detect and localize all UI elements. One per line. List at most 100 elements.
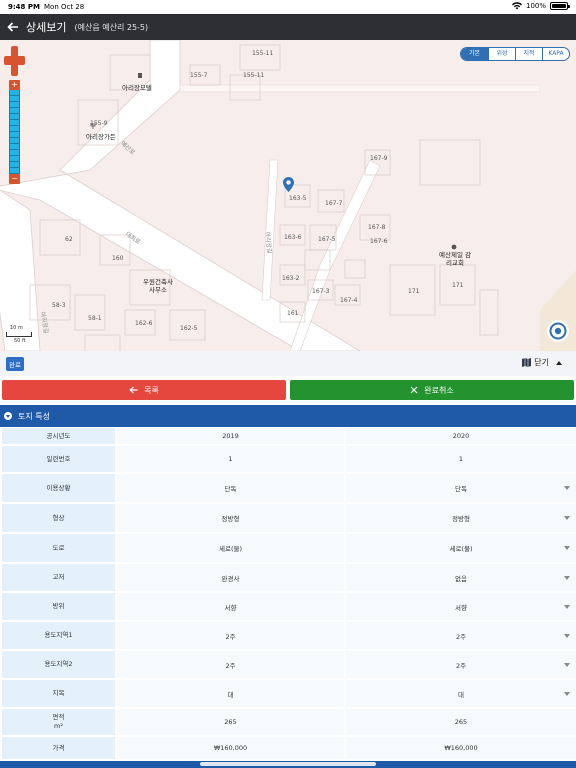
map-type-cadastral[interactable]: 지적 [515,48,542,60]
scale-meters: 10 m [10,325,23,331]
cancel-complete-label: 완료취소 [424,385,454,395]
pan-control[interactable] [4,46,25,76]
value-2020: 265 [346,709,576,735]
zoom-slider[interactable] [9,90,20,174]
row-label: 이용상황 [2,474,115,502]
parcel-label: 167-6 [370,238,388,245]
value-2020-select[interactable]: 2주 [346,622,576,649]
location-pin-icon[interactable] [283,177,294,192]
row-label-unit: m² [54,722,63,730]
row-label-text: 면적 [52,713,65,721]
battery-icon [550,2,570,10]
value-2019: 서향 [117,593,344,620]
battery-percent: 100% [525,2,546,10]
parcel-label: 171 [408,288,420,295]
parcel-label: 167-3 [312,288,330,295]
parcel-label: 171 [452,282,464,289]
value-2020: 1 [346,446,576,472]
parcel-label: 155-9 [90,120,108,127]
row-label: 고저 [2,564,115,591]
value-2020-select[interactable]: 단독 [346,474,576,502]
poi-architect-label[interactable]: 우원건축사 사무소 [140,278,176,294]
row-label: 형상 [2,504,115,532]
cancel-complete-button[interactable]: 완료취소 [290,380,574,400]
wifi-icon [511,2,522,10]
map-type-basic[interactable]: 기본 [461,48,488,60]
map-scale: 10 m 50 ft [6,325,32,344]
value-2019: ₩160,000 [117,737,344,759]
table-row: 고저 완경사 없음 [0,563,576,592]
zoom-control[interactable]: + − [9,80,20,184]
map-view[interactable]: 아리장모텔 아리장가든 우원건축사 사무소 예산제일 감리교회 예산로 대회로 … [0,40,576,351]
parcel-label: 58-3 [52,302,66,309]
value-2020-select[interactable]: 세로(불) [346,534,576,562]
row-label: 면적 m² [2,709,115,735]
target-icon [549,322,567,340]
value-2019: 2주 [117,651,344,678]
parcel-label: 155-7 [190,72,208,79]
current-location-button[interactable] [547,320,569,342]
value-2020: ₩160,000 [346,737,576,759]
row-label: 도로 [2,534,115,562]
value-2020-select[interactable]: 2주 [346,651,576,678]
scale-bar [6,332,32,337]
list-button[interactable]: 목록 [2,380,286,400]
table-row: 면적 m² 265 265 [0,708,576,736]
parcel-label: 155-11 [243,72,265,79]
table-row: 도로 세로(불) 세로(불) [0,533,576,563]
value-2020-text: 대 [458,690,464,699]
value-2020-text: 2주 [455,661,467,670]
table-row: 용도지역2 2주 2주 [0,650,576,679]
map-icon [522,358,532,367]
table-row: 방위 서향 서향 [0,592,576,621]
section-title: 토지 특성 [18,411,50,421]
parcel-label: 58-1 [88,315,102,322]
value-2020-text: 없음 [455,574,467,583]
parcel-label: 167-8 [368,224,386,231]
table-row: 이용상황 단독 단독 [0,473,576,503]
value-2020: 2020 [346,428,576,444]
parcel-label: 163-6 [284,234,302,241]
poi-motel-label[interactable]: 아리장모텔 [122,82,152,92]
map-type-switch[interactable]: 기본 위성 지적 KAPA [460,47,570,61]
poi-church-label[interactable]: 예산제일 감리교회 [438,251,472,267]
scale-feet: 50 ft [14,338,26,344]
back-button[interactable] [2,14,24,40]
section-header-land[interactable]: 토지 특성 [0,405,576,427]
value-2019: 정방형 [117,504,344,532]
road-label: 아리장길 [263,231,273,254]
home-indicator[interactable] [200,762,376,766]
value-2020-select[interactable]: 대 [346,680,576,707]
zoom-out-button[interactable]: − [9,174,20,184]
arrow-left-icon [7,22,18,32]
value-2019: 1 [117,446,344,472]
map-type-kapa[interactable]: KAPA [542,48,569,60]
collapse-icon [4,412,12,420]
close-map-button[interactable]: 닫기 [522,357,562,368]
poi-garden-label[interactable]: 아리장가든 [86,131,116,141]
row-label: 공시년도 [2,428,115,444]
table-row: 용도지역1 2주 2주 [0,621,576,650]
table-row: 지목 대 대 [0,679,576,708]
status-badge: 완료 [6,357,24,371]
value-2020-select[interactable]: 정방형 [346,504,576,532]
parcel-label: 163-2 [282,275,300,282]
value-2020-text: 서향 [455,603,467,612]
dropdown-icon [564,575,570,580]
value-2020-text: 2주 [455,632,467,641]
list-button-label: 목록 [144,385,159,395]
action-bar: 목록 완료취소 [0,376,576,404]
map-toolbar: 완료 닫기 [0,351,576,376]
row-label: 용도지역2 [2,651,115,678]
dropdown-icon [564,633,570,638]
value-2019: 2주 [117,622,344,649]
value-2020-select[interactable]: 없음 [346,564,576,591]
dropdown-icon [564,691,570,696]
page-subtitle: (예산읍 예산리 25-5) [74,22,149,32]
zoom-in-button[interactable]: + [9,80,20,90]
map-type-satellite[interactable]: 위성 [488,48,515,60]
dropdown-icon [564,546,570,550]
value-2020-select[interactable]: 서향 [346,593,576,620]
value-2019: 완경사 [117,564,344,591]
pan-horizontal[interactable] [4,56,25,65]
